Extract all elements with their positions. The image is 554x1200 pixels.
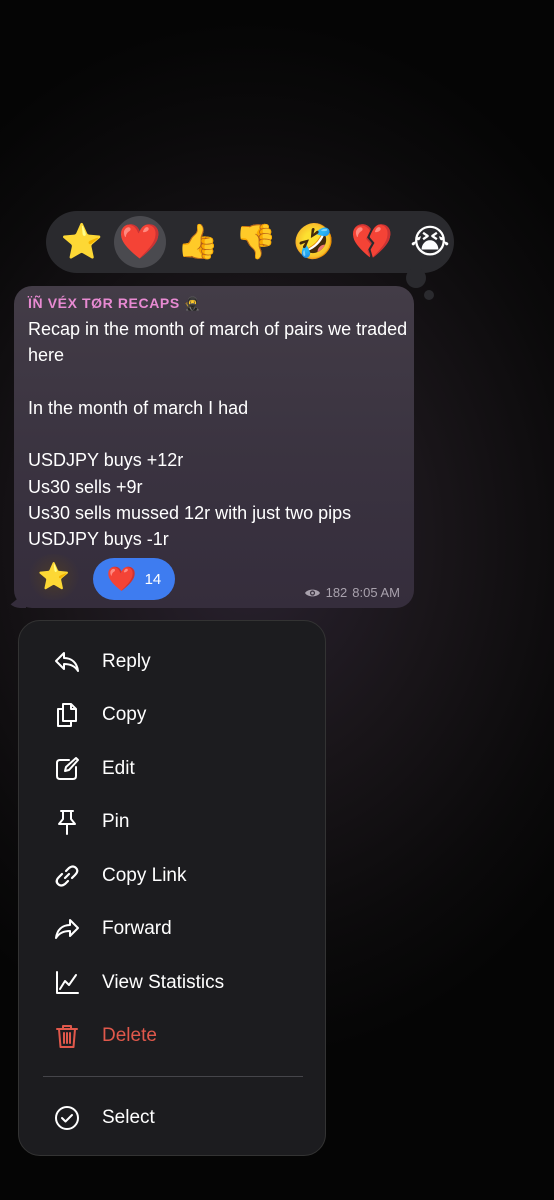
- menu-item-reply[interactable]: Reply: [19, 635, 325, 688]
- menu-item-delete[interactable]: Delete: [19, 1009, 325, 1062]
- menu-item-view-statistics[interactable]: View Statistics: [19, 956, 325, 1009]
- reaction-rolling-laughing[interactable]: 🤣: [288, 216, 340, 268]
- picker-tail-dot-small: [424, 290, 434, 300]
- sender-name-text: ÏÑ VÉX TØR RECAPS: [28, 295, 180, 311]
- menu-label-edit: Edit: [102, 757, 135, 779]
- picker-tail-dot: [406, 268, 426, 288]
- context-menu: Reply Copy Edit Pin Copy Link Forward Vi…: [18, 620, 326, 1156]
- sparkle-star-reaction[interactable]: ⭐: [26, 554, 82, 600]
- broken-heart-icon: 💔: [350, 222, 394, 262]
- checkmark-circle-icon: [53, 1104, 81, 1132]
- star-icon: ⭐: [37, 562, 71, 592]
- heart-icon: ❤️: [106, 565, 137, 593]
- reaction-broken-heart[interactable]: 💔: [346, 216, 398, 268]
- menu-label-copy-link: Copy Link: [102, 864, 187, 886]
- menu-item-select[interactable]: Select: [19, 1091, 325, 1144]
- heart-icon: ❤️: [118, 222, 162, 262]
- edit-icon: [53, 755, 81, 783]
- menu-label-reply: Reply: [102, 650, 151, 672]
- copy-icon: [53, 701, 81, 729]
- trash-icon: [53, 1022, 81, 1050]
- crying-icon: 😭: [410, 222, 450, 262]
- pin-icon: [53, 808, 81, 836]
- menu-divider: [43, 1076, 303, 1077]
- thumbs-down-icon: 👎: [234, 222, 278, 262]
- reaction-thumbs-up[interactable]: 👍: [172, 216, 224, 268]
- menu-label-select: Select: [102, 1106, 155, 1128]
- statistics-icon: [53, 969, 81, 997]
- menu-label-delete: Delete: [102, 1024, 157, 1046]
- reaction-crying[interactable]: 😭: [404, 216, 454, 268]
- menu-item-copy-link[interactable]: Copy Link: [19, 849, 325, 902]
- menu-label-view-statistics: View Statistics: [102, 971, 225, 993]
- reaction-thumbs-down[interactable]: 👎: [230, 216, 282, 268]
- message-time: 8:05 AM: [352, 585, 400, 600]
- view-count: 182: [325, 585, 348, 600]
- reaction-red-heart[interactable]: ❤️: [114, 216, 166, 268]
- menu-label-pin: Pin: [102, 810, 130, 832]
- laughing-icon: 🤣: [292, 222, 336, 262]
- menu-item-edit[interactable]: Edit: [19, 742, 325, 795]
- menu-item-forward[interactable]: Forward: [19, 902, 325, 955]
- sender-name[interactable]: ÏÑ VÉX TØR RECAPS 🥷: [28, 295, 201, 312]
- menu-item-pin[interactable]: Pin: [19, 795, 325, 848]
- reply-icon: [53, 648, 81, 676]
- reaction-count: 14: [144, 570, 162, 588]
- heart-reaction-pill[interactable]: ❤️ 14: [93, 558, 175, 600]
- eye-icon: [304, 589, 320, 596]
- reaction-picker: ⭐ ❤️ 👍 👎 🤣 💔 😭: [46, 211, 454, 273]
- ninja-icon: 🥷: [184, 297, 202, 312]
- menu-label-copy: Copy: [102, 703, 147, 725]
- reaction-star[interactable]: ⭐: [56, 216, 108, 268]
- link-icon: [53, 862, 81, 890]
- forward-icon: [53, 915, 81, 943]
- message-meta: 182 8:05 AM: [304, 585, 400, 600]
- thumbs-up-icon: 👍: [176, 222, 220, 262]
- menu-item-copy[interactable]: Copy: [19, 688, 325, 741]
- menu-label-forward: Forward: [102, 917, 172, 939]
- message-bubble[interactable]: ÏÑ VÉX TØR RECAPS 🥷 Recap in the month o…: [14, 286, 414, 608]
- message-text: Recap in the month of march of pairs we …: [28, 319, 408, 550]
- star-icon: ⭐: [60, 222, 104, 262]
